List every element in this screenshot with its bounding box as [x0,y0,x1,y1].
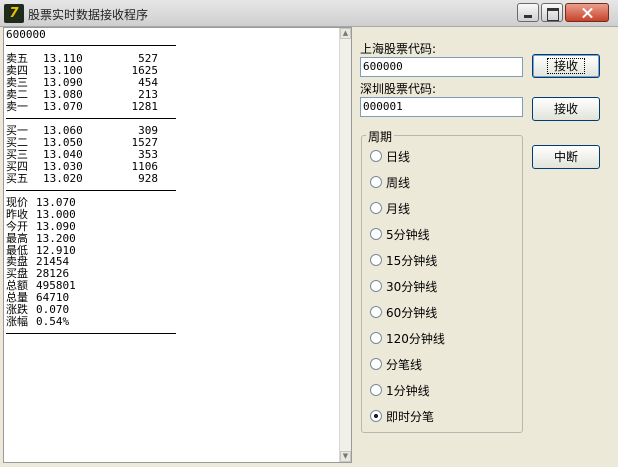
period-option-label: 120分钟线 [386,332,445,346]
close-button[interactable] [565,3,609,22]
shanghai-code-input[interactable]: 600000 [360,57,523,77]
period-option-label: 月线 [386,202,411,216]
period-option-label: 即时分笔 [386,410,435,424]
radio-button-icon[interactable] [370,280,382,292]
ask-volume: 1281 [131,99,159,113]
window-title: 股票实时数据接收程序 [28,8,149,22]
interrupt-button[interactable]: 中断 [532,145,600,169]
divider [6,45,176,46]
divider [6,118,176,119]
period-option-label: 日线 [386,150,411,164]
radio-button-icon[interactable] [370,358,382,370]
period-option-label: 5分钟线 [386,228,430,242]
ask-label: 卖一 [6,99,28,113]
period-option-label: 分笔线 [386,358,423,372]
scroll-up-arrow-icon[interactable]: ▲ [340,28,351,39]
bid-price: 13.020 [43,171,83,185]
stat-value: 13.200 [36,231,76,245]
scroll-down-arrow-icon[interactable]: ▼ [340,451,351,462]
bid-volume: 353 [138,147,158,161]
radio-button-icon[interactable] [370,384,382,396]
stat-label: 昨收 [6,207,28,221]
quote-content: 600000 卖五 13.110 527 卖四 13.100 1625 卖三 13.090 45… [4,28,339,462]
minimize-button[interactable] [517,3,539,22]
ask-price: 13.090 [43,75,83,89]
bid-price: 13.050 [43,135,83,149]
bid-volume: 928 [138,171,158,185]
ask-price: 13.070 [43,99,83,113]
radio-button-icon[interactable] [370,410,382,422]
ask-price: 13.100 [43,63,83,77]
bid-price: 13.030 [43,159,83,173]
bid-price: 13.040 [43,147,83,161]
shanghai-receive-label: 接收 [546,58,585,74]
shenzhen-code-label: 深圳股票代码: [360,82,437,96]
shanghai-code-label: 上海股票代码: [360,42,437,56]
period-option-label: 60分钟线 [386,306,438,320]
stat-value: 0.54% [36,314,70,328]
radio-button-icon[interactable] [370,228,382,240]
ask-volume: 213 [138,87,158,101]
stat-label: 最高 [6,231,28,245]
ask-price: 13.080 [43,87,83,101]
bid-label: 买二 [6,135,28,149]
radio-button-icon[interactable] [370,306,382,318]
bid-label: 买三 [6,147,28,161]
stat-value: 13.000 [36,207,76,221]
bid-label: 买四 [6,159,28,173]
bid-volume: 1106 [131,159,159,173]
shenzhen-code-input[interactable]: 000001 [360,97,523,117]
period-option-label: 1分钟线 [386,384,430,398]
radio-button-icon[interactable] [370,332,382,344]
ask-label: 卖二 [6,87,28,101]
shenzhen-receive-button[interactable]: 接收 [532,97,600,121]
radio-button-icon[interactable] [370,176,382,188]
app-window: 7 股票实时数据接收程序 600000 卖五 13.110 527 卖四 13.100 1… [0,0,618,467]
ask-label: 卖四 [6,63,28,77]
period-option-label: 30分钟线 [386,280,438,294]
divider [6,190,176,191]
app-logo-icon[interactable]: 7 [4,4,24,23]
ask-label: 卖三 [6,75,28,89]
vertical-scrollbar[interactable]: ▲ ▼ [339,28,351,462]
title-bar[interactable]: 7 股票实时数据接收程序 [0,0,618,27]
stat-label: 今开 [6,219,28,233]
stock-code-line: 600000 [6,28,46,41]
stat-value: 13.090 [36,219,76,233]
period-option-label: 周线 [386,176,411,190]
period-option-label: 15分钟线 [386,254,438,268]
bid-volume: 1527 [131,135,159,149]
radio-button-icon[interactable] [370,202,382,214]
radio-button-icon[interactable] [370,150,382,162]
divider [6,333,176,334]
maximize-button[interactable] [541,3,563,22]
period-group-title: 周期 [366,128,395,145]
ask-volume: 454 [138,75,158,89]
bid-label: 买五 [6,171,28,185]
stat-label: 涨幅 [6,314,28,328]
radio-button-icon[interactable] [370,254,382,266]
quote-text-area[interactable]: 600000 卖五 13.110 527 卖四 13.100 1625 卖三 13.090 45… [3,27,352,463]
ask-volume: 1625 [131,63,159,77]
shanghai-receive-button[interactable]: 接收 [532,54,600,78]
